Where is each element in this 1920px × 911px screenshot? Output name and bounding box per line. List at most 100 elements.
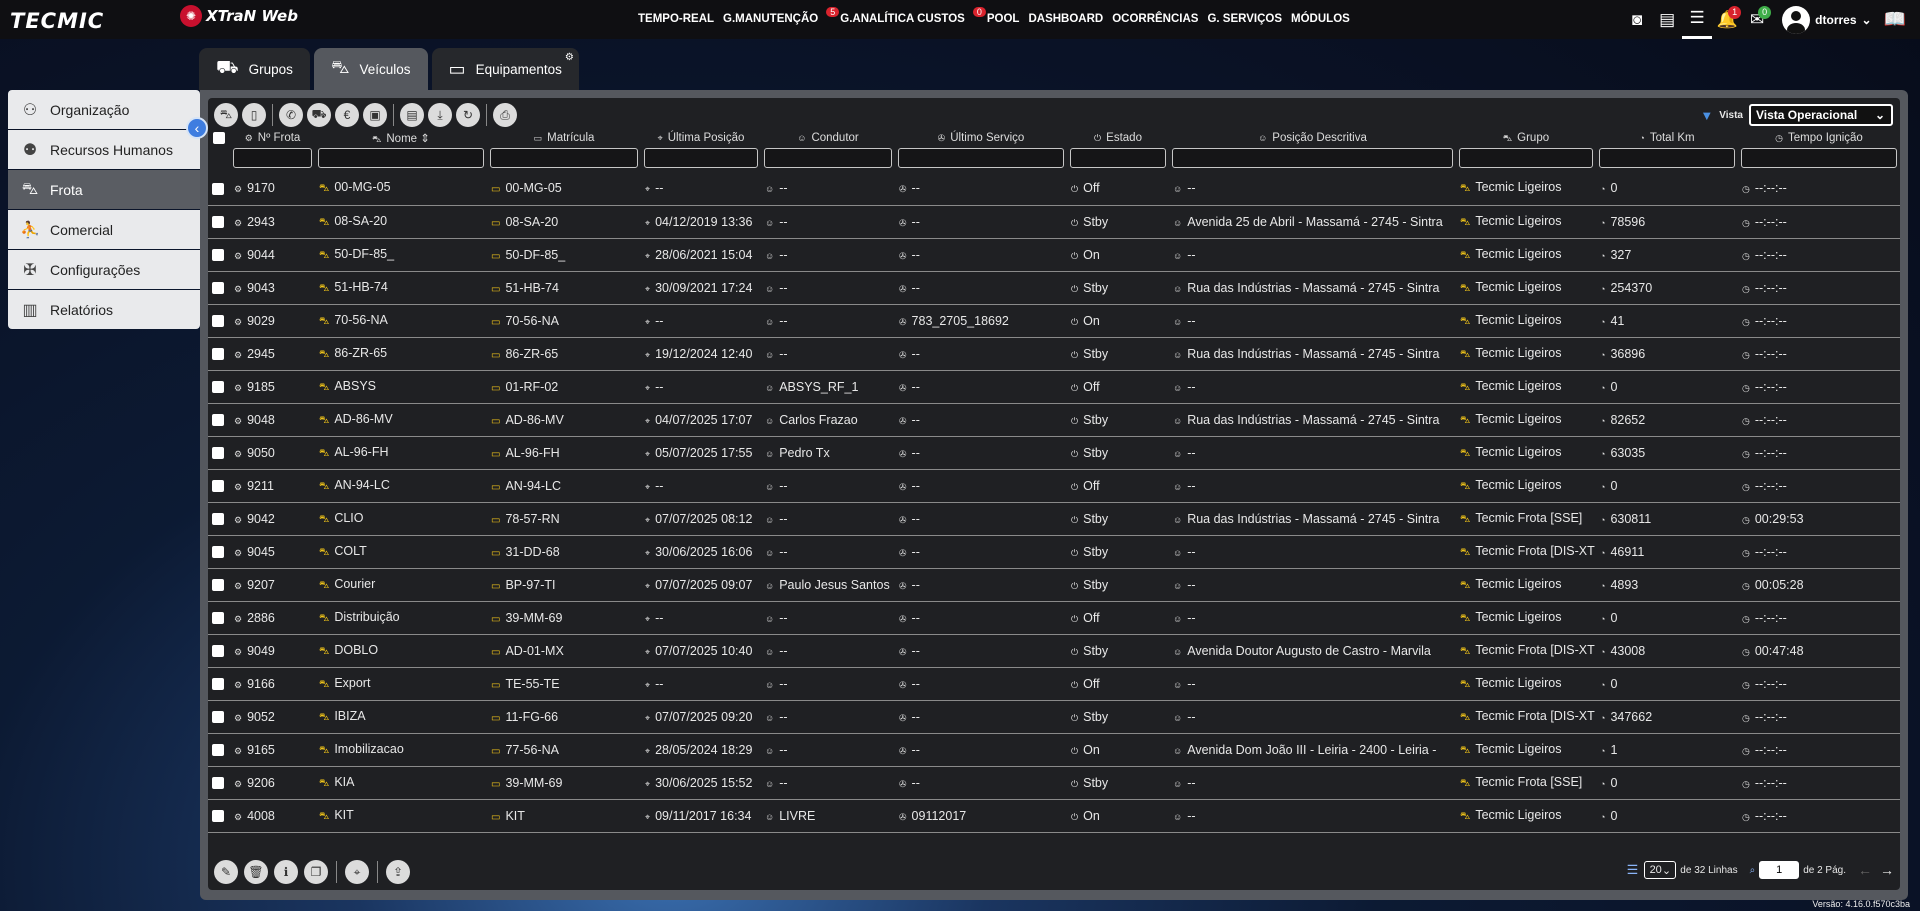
table-row[interactable]: ⚙ 2943 ⛍ 08-SA-20 ▭ 08-SA-20 ⌖ 04/12/2019 13:36… <box>208 205 1900 239</box>
delete-button[interactable]: 🗑 <box>244 860 268 884</box>
column-filter-input[interactable] <box>490 148 638 168</box>
info-button[interactable]: ℹ <box>274 860 298 884</box>
download-button[interactable]: ⤓ <box>428 103 452 127</box>
next-page-icon[interactable]: → <box>1880 862 1894 878</box>
sidebar-item[interactable]: ▥ Relatórios <box>8 290 200 329</box>
nav-item[interactable]: G.MANUTENÇÃO5 <box>723 7 840 26</box>
document-icon[interactable]: ▤ <box>1652 0 1682 39</box>
card-button[interactable]: ▣ <box>363 103 387 127</box>
column-header[interactable]: ⚙ Nº Frota <box>230 130 315 146</box>
settings-sliders-icon[interactable]: ☰ <box>1682 0 1713 39</box>
row-checkbox[interactable] <box>212 612 224 625</box>
table-row[interactable]: ⚙ 9165 ⛍ Imobilizacao ▭ 77-56-NA ⌖ 28/05/2024 1… <box>208 733 1900 767</box>
row-checkbox[interactable] <box>212 810 224 823</box>
table-row[interactable]: ⚙ 2886 ⛍ Distribuição ▭ 39-MM-69 ⌖ -- ☺ -- ✇ -- ⏻ Off… <box>208 601 1900 635</box>
vehicle-config-button[interactable]: ⛍ <box>214 103 238 127</box>
sidebar-item[interactable]: ⚇ Organização <box>8 90 200 129</box>
sidebar-item[interactable]: ⚉ Recursos Humanos <box>8 130 200 169</box>
column-header[interactable]: ▭ Matrícula <box>487 130 641 146</box>
table-row[interactable]: ⚙ 9052 ⛍ IBIZA ▭ 11-FG-66 ⌖ 07/07/2025 09:20 ☺ --… <box>208 700 1900 734</box>
call-button[interactable]: ✆ <box>279 103 303 127</box>
sidebar-item[interactable]: ⛹ Comercial <box>8 210 200 249</box>
column-header[interactable]: ⛍ Nome ⇕ <box>315 130 487 146</box>
nav-item[interactable]: G. SERVIÇOS <box>1207 13 1282 26</box>
column-header[interactable]: ⏻ Estado <box>1067 130 1169 146</box>
column-header[interactable]: ✇ Último Serviço <box>895 130 1067 146</box>
row-checkbox[interactable] <box>212 182 224 195</box>
vista-select[interactable]: Vista Operacional ⌄ <box>1749 104 1893 126</box>
bell-icon[interactable]: 🔔 1 <box>1712 0 1742 39</box>
print-button[interactable]: ⎙ <box>493 103 517 127</box>
sync-button[interactable]: ↻ <box>456 103 480 127</box>
sidebar-item[interactable]: ✠ Configurações <box>8 250 200 289</box>
table-row[interactable]: ⚙ 9050 ⛍ AL-96-FH ▭ AL-96-FH ⌖ 05/07/2025 17:55… <box>208 436 1900 470</box>
table-row[interactable]: ⚙ 9045 ⛍ COLT ▭ 31-DD-68 ⌖ 30/06/2025 16:06 ☺ -- ✇… <box>208 535 1900 569</box>
row-checkbox[interactable] <box>212 447 224 460</box>
mobile-device-button[interactable]: ▯ <box>242 103 266 127</box>
gear-icon[interactable]: ⚙ <box>565 52 574 63</box>
nav-item[interactable]: G.ANALÍTICA CUSTOS0 <box>840 7 986 26</box>
tab-grupos[interactable]: ⛟ Grupos <box>199 48 310 90</box>
table-row[interactable]: ⚙ 9170 ⛍ 00-MG-05 ▭ 00-MG-05 ⌖ -- ☺ -- ✇ -- ⏻ Off ☺ -- ⛍… <box>208 172 1900 206</box>
row-checkbox[interactable] <box>212 480 224 493</box>
column-filter-input[interactable] <box>644 148 758 168</box>
table-row[interactable]: ⚙ 2945 ⛍ 86-ZR-65 ▭ 86-ZR-65 ⌖ 19/12/2024 12:40… <box>208 337 1900 371</box>
table-row[interactable]: ⚙ 4008 ⛍ KIT ▭ KIT ⌖ 09/11/2017 16:34 ☺ LIVRE ✇ 091… <box>208 799 1900 833</box>
column-filter-input[interactable] <box>1741 148 1897 168</box>
document-button[interactable]: ▤ <box>400 103 424 127</box>
collapse-sidebar-button[interactable]: ‹ <box>186 117 208 139</box>
truck-message-button[interactable]: ⛟ <box>307 103 331 127</box>
row-checkbox[interactable] <box>212 348 224 361</box>
column-filter-input[interactable] <box>1172 148 1453 168</box>
column-filter-input[interactable] <box>318 148 484 168</box>
table-row[interactable]: ⚙ 9029 ⛍ 70-56-NA ▭ 70-56-NA ⌖ -- ☺ -- ✇ 783_2705_1… <box>208 304 1900 338</box>
row-checkbox[interactable] <box>212 381 224 394</box>
row-checkbox[interactable] <box>212 249 224 262</box>
row-checkbox[interactable] <box>212 315 224 328</box>
row-checkbox[interactable] <box>212 282 224 295</box>
manual-book-icon[interactable]: 📖 <box>1884 9 1906 30</box>
location-button[interactable]: ⌖ <box>345 860 369 884</box>
column-header[interactable]: ◔ Total Km <box>1596 130 1738 146</box>
edit-button[interactable]: ✎ <box>214 860 238 884</box>
tab-veiculos[interactable]: ⛍ Veículos <box>313 48 428 90</box>
select-all-checkbox[interactable] <box>213 131 225 144</box>
table-row[interactable]: ⚙ 9049 ⛍ DOBLO ▭ AD-01-MX ⌖ 07/07/2025 10:40 ☺ --… <box>208 634 1900 668</box>
table-row[interactable]: ⚙ 9207 ⛍ Courier ▭ BP-97-TI ⌖ 07/07/2025 09:07 ☺… <box>208 568 1900 602</box>
column-header[interactable]: ⛍ Grupo <box>1456 130 1596 146</box>
column-filter-input[interactable] <box>233 148 312 168</box>
export-button[interactable]: ⇪ <box>386 860 410 884</box>
row-checkbox[interactable] <box>212 678 224 691</box>
row-checkbox[interactable] <box>212 513 224 526</box>
prev-page-icon[interactable]: ← <box>1858 862 1872 878</box>
euro-button[interactable]: € <box>335 103 359 127</box>
row-checkbox[interactable] <box>212 711 224 724</box>
nav-item[interactable]: POOL <box>987 13 1020 26</box>
rows-per-page-select[interactable]: 20 ⌄ <box>1644 861 1677 879</box>
table-row[interactable]: ⚙ 9185 ⛍ ABSYS ▭ 01-RF-02 ⌖ -- ☺ ABSYS_RF_1 ✇ -- ⏻ Of… <box>208 370 1900 404</box>
mail-icon[interactable]: ✉ 0 <box>1742 0 1772 39</box>
column-filter-input[interactable] <box>898 148 1064 168</box>
table-row[interactable]: ⚙ 9042 ⛍ CLIO ▭ 78-57-RN ⌖ 07/07/2025 08:12 ☺ -- ✇… <box>208 502 1900 536</box>
table-row[interactable]: ⚙ 9043 ⛍ 51-HB-74 ▭ 51-HB-74 ⌖ 30/09/2021 17:24… <box>208 271 1900 305</box>
row-checkbox[interactable] <box>212 579 224 592</box>
nav-item[interactable]: MÓDULOS <box>1291 13 1350 26</box>
row-checkbox[interactable] <box>212 645 224 658</box>
column-filter-input[interactable] <box>1459 148 1593 168</box>
table-row[interactable]: ⚙ 9044 ⛍ 50-DF-85_ ▭ 50-DF-85_ ⌖ 28/06/2021 15:… <box>208 238 1900 272</box>
row-checkbox[interactable] <box>212 414 224 427</box>
column-header[interactable]: ◷ Tempo Ignição <box>1738 130 1900 146</box>
tab-equipamentos[interactable]: ▭ Equipamentos ⚙ <box>431 48 579 90</box>
copy-button[interactable]: ❐ <box>304 860 328 884</box>
column-filter-input[interactable] <box>764 148 892 168</box>
tracker-icon[interactable]: ◙ <box>1622 0 1652 39</box>
column-header[interactable]: ⌖ Última Posição <box>641 130 761 146</box>
column-header[interactable]: ☺ Condutor <box>761 130 895 146</box>
page-input[interactable]: 1 <box>1759 861 1800 879</box>
nav-item[interactable]: OCORRÊNCIAS <box>1112 13 1198 26</box>
column-filter-input[interactable] <box>1599 148 1735 168</box>
sidebar-item[interactable]: ⛍ Frota <box>8 170 200 209</box>
row-checkbox[interactable] <box>212 777 224 790</box>
table-row[interactable]: ⚙ 9211 ⛍ AN-94-LC ▭ AN-94-LC ⌖ -- ☺ -- ✇ -- ⏻ Off ☺ -- ⛍… <box>208 469 1900 503</box>
table-row[interactable]: ⚙ 9206 ⛍ KIA ▭ 39-MM-69 ⌖ 30/06/2025 15:52 ☺ -- ✇ -… <box>208 766 1900 800</box>
